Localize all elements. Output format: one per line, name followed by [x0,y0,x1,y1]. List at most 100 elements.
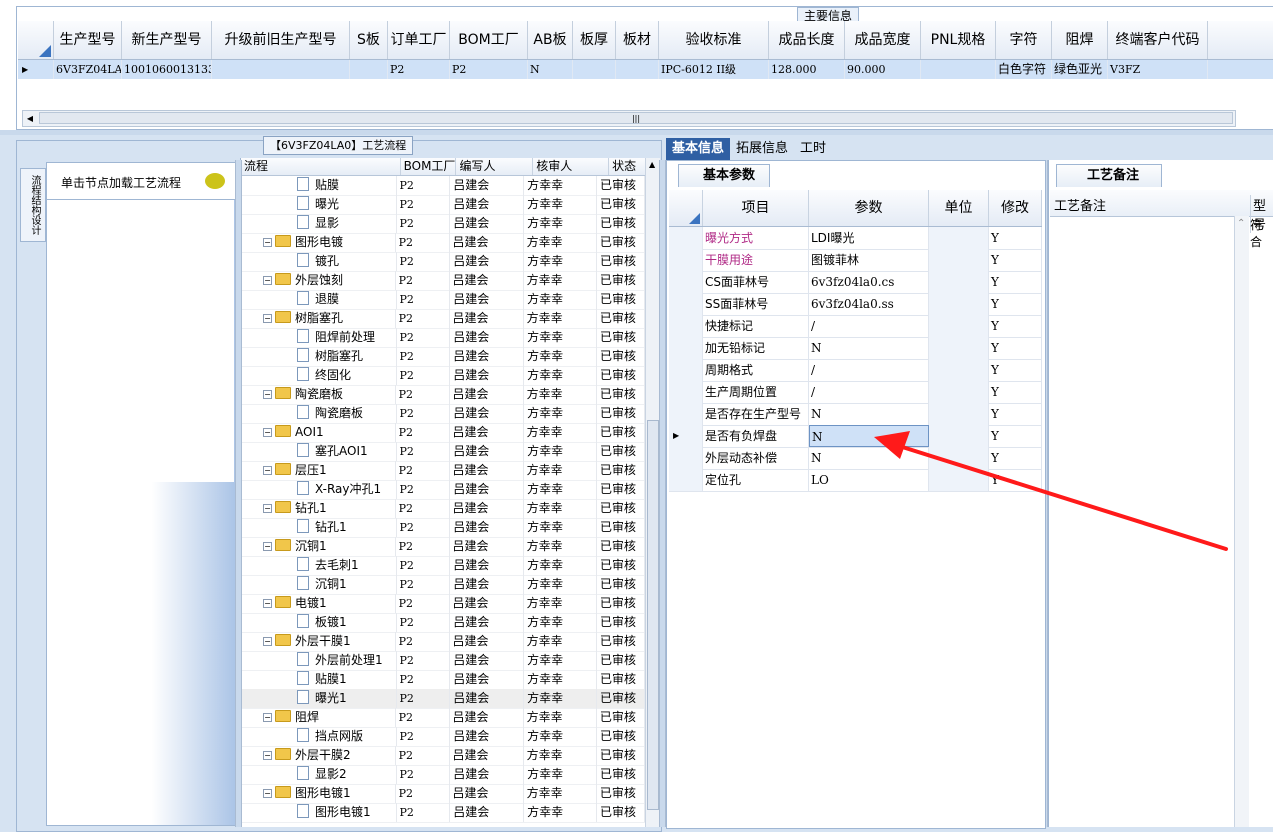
param-edit[interactable]: Y [989,315,1042,337]
param-edit[interactable]: Y [989,337,1042,359]
params-row[interactable]: 是否存在生产型号 N Y [669,403,1042,426]
row-header-corner[interactable] [18,21,54,59]
param-edit[interactable]: Y [989,359,1042,381]
main-col-header[interactable]: 成品长度 [769,21,845,59]
tree-node[interactable]: 退膜 [241,290,397,309]
tab-basic-info[interactable]: 基本信息 [666,138,731,160]
params-row[interactable]: 干膜用途 图镀菲林 Y [669,249,1042,272]
tree-col-header[interactable]: BOM工厂 [401,158,457,175]
tree-row[interactable]: − 图形电镀1 P2 吕建会 方幸幸 已审核 [241,784,646,804]
params-row[interactable]: 快捷标记 / Y [669,315,1042,338]
tree-col-header[interactable]: 编写人 [456,158,534,175]
tree-row[interactable]: 贴膜1 P2 吕建会 方幸幸 已审核 [241,670,645,690]
param-edit[interactable]: Y [989,249,1042,271]
tab-extended-info[interactable]: 拓展信息 [730,138,794,160]
tab-basic-params[interactable]: 基本参数 [678,164,771,187]
main-cell[interactable] [573,60,616,79]
param-value[interactable]: N [809,337,929,359]
tree-col-header[interactable]: 核审人 [533,158,610,175]
scroll-left-icon[interactable]: ◀ [23,111,37,126]
tree-row[interactable]: − 钻孔1 P2 吕建会 方幸幸 已审核 [241,499,646,519]
middle-splitter[interactable] [659,160,666,827]
main-col-header[interactable]: 字符 [996,21,1052,59]
tree-node[interactable]: 阻焊前处理 [241,328,397,347]
main-cell[interactable]: P2 [388,60,450,79]
tree-node[interactable]: 贴膜1 [241,670,397,689]
main-cell[interactable]: 90.000 [845,60,921,79]
param-unit[interactable] [929,315,989,337]
param-value[interactable]: / [809,359,929,381]
main-col-header[interactable]: 升级前旧生产型号 [212,21,350,59]
params-row[interactable]: 加无铅标记 N Y [669,337,1042,360]
side-tab-flow-structure[interactable]: 流程结构设计 [20,168,46,242]
tree-node[interactable]: 钻孔1 [241,518,397,537]
tree-node[interactable]: 陶瓷磨板 [241,404,397,423]
tree-row[interactable]: 曝光 P2 吕建会 方幸幸 已审核 [241,195,645,215]
param-edit[interactable]: Y [989,403,1042,425]
tree-node[interactable]: − 阻焊 [241,708,396,727]
speech-bubble-icon[interactable] [205,173,225,189]
main-col-header[interactable]: 终端客户代码 [1108,21,1208,59]
main-col-header[interactable]: S板 [350,21,388,59]
horizontal-scrollbar[interactable]: ◀ ||| [22,110,1236,127]
param-unit[interactable] [929,249,989,271]
tree-node[interactable]: 显影2 [241,765,397,784]
main-info-row[interactable]: ▶ 6V3FZ04LA010010600131336P2P2NIPC-6012 … [18,60,1273,79]
tree-node[interactable]: − 层压1 [241,461,396,480]
main-cell[interactable]: 白色字符 [996,60,1052,79]
collapse-icon[interactable]: − [263,276,272,285]
main-col-header[interactable]: 板厚 [573,21,616,59]
tree-row[interactable]: − 层压1 P2 吕建会 方幸幸 已审核 [241,461,646,481]
tree-node[interactable]: 外层前处理1 [241,651,397,670]
params-row[interactable]: 周期格式 / Y [669,359,1042,382]
tree-node[interactable]: − 树脂塞孔 [241,309,396,328]
tree-row[interactable]: 阻焊前处理 P2 吕建会 方幸幸 已审核 [241,328,645,348]
param-unit[interactable] [929,293,989,315]
param-unit[interactable] [929,381,989,403]
main-cell[interactable] [616,60,659,79]
tree-row[interactable]: − 外层蚀刻 P2 吕建会 方幸幸 已审核 [241,271,646,291]
tree-node[interactable]: − 图形电镀1 [241,784,396,803]
tree-row[interactable]: 陶瓷磨板 P2 吕建会 方幸幸 已审核 [241,404,645,424]
tree-row[interactable]: 贴膜 P2 吕建会 方幸幸 已审核 [241,176,645,196]
tree-row[interactable]: 塞孔AOI1 P2 吕建会 方幸幸 已审核 [241,442,645,462]
params-corner[interactable] [669,190,703,226]
collapse-icon[interactable]: − [263,789,272,798]
tree-node[interactable]: 曝光 [241,195,397,214]
collapse-icon[interactable]: − [263,238,272,247]
main-cell[interactable] [350,60,388,79]
params-row[interactable]: 生产周期位置 / Y [669,381,1042,404]
main-cell[interactable]: V3FZ [1108,60,1208,79]
collapse-icon[interactable]: − [263,390,272,399]
collapse-icon[interactable]: − [263,751,272,760]
tree-row[interactable]: − 沉铜1 P2 吕建会 方幸幸 已审核 [241,537,646,557]
param-unit[interactable] [929,271,989,293]
param-value[interactable]: 6v3fz04la0.ss [809,293,929,315]
tree-col-header[interactable]: 流程 [241,158,401,175]
params-col-header[interactable]: 项目 [703,190,809,226]
param-value[interactable]: / [809,381,929,403]
main-col-header[interactable]: PNL规格 [921,21,996,59]
scroll-thumb[interactable]: ||| [39,112,1233,124]
collapse-icon[interactable]: − [263,428,272,437]
tree-row[interactable]: − 阻焊 P2 吕建会 方幸幸 已审核 [241,708,646,728]
tree-node[interactable]: − AOI1 [241,423,396,442]
tree-node[interactable]: 沉铜1 [241,575,397,594]
tree-node[interactable]: − 外层干膜2 [241,746,396,765]
param-value[interactable]: / [809,315,929,337]
tree-node[interactable]: − 沉铜1 [241,537,396,556]
tree-node[interactable]: 挡点网版 [241,727,397,746]
tree-node[interactable]: − 陶瓷磨板 [241,385,396,404]
main-cell[interactable]: IPC-6012 II级 [659,60,769,79]
main-cell[interactable] [921,60,996,79]
param-unit[interactable] [929,359,989,381]
tree-row[interactable]: 图形电镀1 P2 吕建会 方幸幸 已审核 [241,803,645,823]
tree-node[interactable]: − 电镀1 [241,594,396,613]
tab-work-hours[interactable]: 工时 [794,138,832,160]
main-col-header[interactable]: AB板 [528,21,573,59]
tree-row[interactable]: 钻孔1 P2 吕建会 方幸幸 已审核 [241,518,645,538]
main-cell[interactable]: N [528,60,573,79]
main-col-header[interactable]: 板材 [616,21,659,59]
tree-node[interactable]: 图形电镀1 [241,803,397,822]
tree-vertical-scrollbar[interactable]: ▲ [645,158,660,827]
